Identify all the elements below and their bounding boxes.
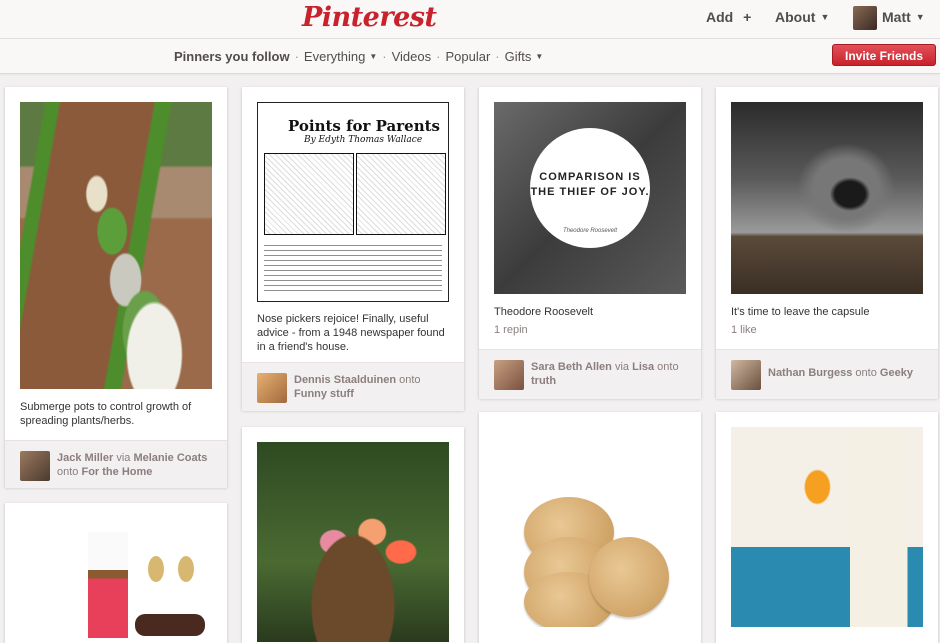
via-user-name[interactable]: Melanie Coats	[133, 452, 207, 464]
pin-repin-count[interactable]: 1 repin	[494, 324, 528, 336]
pinner-name[interactable]: Jack Miller	[57, 452, 113, 464]
comic-panel	[264, 153, 354, 235]
onto-word: onto	[657, 361, 679, 373]
pinner-name[interactable]: Dennis Staalduinen	[294, 374, 396, 386]
earring-shape	[148, 556, 164, 582]
pin-credit: Sara Beth Allen via Lisa onto truth	[479, 349, 701, 399]
nav-videos[interactable]: Videos	[392, 49, 432, 64]
via-word: via	[614, 361, 630, 373]
credit-text: Jack Miller via Melanie Coats onto For t…	[57, 451, 217, 479]
pin-image[interactable]: COMPARISON IS THE THIEF OF JOY. Theodore…	[494, 102, 686, 294]
comic-caption-lines	[264, 241, 442, 291]
pin-description: Theodore Roosevelt	[494, 306, 594, 318]
pin-like-count[interactable]: 1 like	[731, 324, 757, 336]
nav-gifts[interactable]: Gifts	[505, 49, 532, 64]
chevron-down-icon[interactable]: ▼	[369, 52, 377, 61]
nav-pinners-you-follow[interactable]: Pinners you follow	[174, 49, 290, 64]
nav-separator: ·	[436, 49, 441, 64]
pin-credit: Nathan Burgess onto Geeky	[716, 349, 938, 399]
nav-separator: ·	[495, 49, 500, 64]
pin-description: Nose pickers rejoice! Finally, useful ad…	[257, 313, 445, 353]
nav-popular[interactable]: Popular	[445, 49, 490, 64]
onto-word: onto	[399, 374, 421, 386]
board-name[interactable]: For the Home	[81, 466, 152, 478]
credit-text: Nathan Burgess onto Geeky	[768, 366, 928, 380]
add-menu[interactable]: Add +	[706, 9, 751, 25]
pin-description: Submerge pots to control growth of sprea…	[20, 401, 192, 427]
pin-card[interactable]	[479, 412, 701, 643]
earring-shape	[178, 556, 194, 582]
credit-text: Dennis Staalduinen onto Funny stuff	[294, 373, 454, 401]
pin-description: It's time to leave the capsule	[731, 306, 870, 318]
comic-panel	[356, 153, 446, 235]
sub-navigation-bar: Pinners you follow · Everything ▼ · Videos · Po…	[0, 39, 940, 74]
user-menu[interactable]: Matt ▼	[882, 9, 925, 25]
pin-card[interactable]: Points for Parents By Edyth Thomas Walla…	[242, 87, 464, 411]
chevron-down-icon[interactable]: ▼	[535, 52, 543, 61]
pin-image[interactable]	[20, 518, 212, 638]
credit-text: Sara Beth Allen via Lisa onto truth	[531, 360, 691, 388]
chevron-down-icon: ▼	[820, 12, 830, 22]
board-name[interactable]: truth	[531, 375, 556, 387]
pin-card[interactable]: COMPARISON IS THE THIEF OF JOY. Theodore…	[479, 87, 701, 399]
category-nav: Pinners you follow · Everything ▼ · Videos · Po…	[174, 49, 543, 64]
user-name: Matt	[882, 9, 911, 25]
add-label: Add	[706, 9, 734, 25]
pin-credit: Dennis Staalduinen onto Funny stuff	[242, 362, 464, 411]
comic-byline: By Edyth Thomas Wallace	[304, 135, 423, 145]
nav-separator: ·	[294, 49, 299, 64]
pin-image[interactable]: Points for Parents By Edyth Thomas Walla…	[257, 102, 449, 302]
avatar[interactable]	[731, 360, 761, 390]
pin-card[interactable]	[5, 503, 227, 643]
pin-credit: Jack Miller via Melanie Coats onto For t…	[5, 440, 227, 488]
pin-image[interactable]	[494, 427, 686, 627]
pin-card[interactable]: It's time to leave the capsule 1 like Na…	[716, 87, 938, 399]
about-label: About	[775, 9, 816, 25]
avatar[interactable]	[257, 373, 287, 403]
quote-text: COMPARISON IS THE THIEF OF JOY.	[530, 171, 650, 198]
pin-image[interactable]	[731, 427, 923, 627]
top-bar: Pinterest Add + About ▼ Matt ▼	[0, 0, 940, 39]
comic-title: Points for Parents	[288, 117, 440, 135]
pinner-name[interactable]: Nathan Burgess	[768, 367, 852, 379]
board-name[interactable]: Funny stuff	[294, 388, 354, 400]
nav-everything[interactable]: Everything	[304, 49, 365, 64]
avatar[interactable]	[494, 360, 524, 390]
via-word: via	[116, 452, 131, 464]
nav-separator: ·	[382, 49, 387, 64]
pin-card[interactable]	[716, 412, 938, 643]
pin-card[interactable]: Submerge pots to control growth of sprea…	[5, 87, 227, 488]
avatar[interactable]	[853, 6, 877, 30]
cookie-shape	[589, 537, 669, 617]
chevron-down-icon: ▼	[915, 12, 925, 22]
pin-image[interactable]	[20, 102, 212, 389]
onto-word: onto	[855, 367, 877, 379]
avatar[interactable]	[20, 451, 50, 481]
dress-shape	[88, 532, 128, 638]
quote-author: Theodore Roosevelt	[562, 228, 618, 234]
pin-image[interactable]	[257, 442, 449, 642]
invite-friends-button[interactable]: Invite Friends	[832, 44, 936, 66]
sunglasses-shape	[135, 614, 205, 636]
about-menu[interactable]: About ▼	[775, 9, 829, 25]
board-name[interactable]: Geeky	[880, 367, 913, 379]
pin-card[interactable]	[242, 427, 464, 643]
pin-image[interactable]	[731, 102, 923, 294]
plus-icon: +	[743, 9, 752, 25]
onto-word: onto	[57, 466, 79, 478]
pinner-name[interactable]: Sara Beth Allen	[531, 361, 612, 373]
via-user-name[interactable]: Lisa	[632, 361, 654, 373]
pinterest-logo[interactable]: Pinterest	[302, 2, 437, 33]
